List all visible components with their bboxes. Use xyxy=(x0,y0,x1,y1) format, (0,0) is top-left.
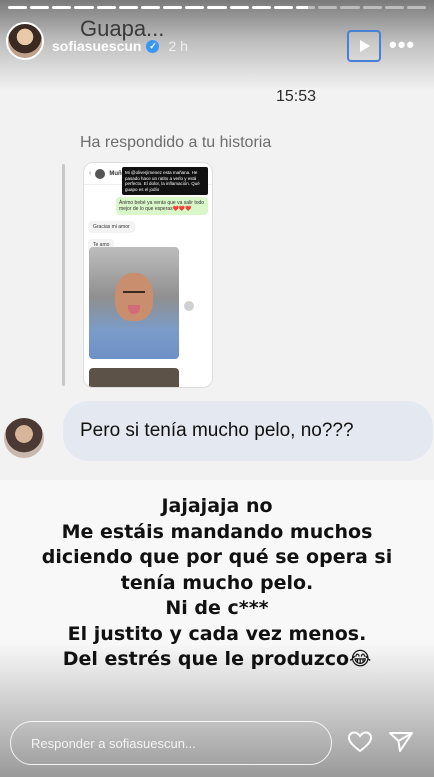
progress-fill xyxy=(229,6,249,9)
play-button[interactable] xyxy=(347,30,381,62)
nested-share-icon xyxy=(184,301,194,311)
progress-segment xyxy=(163,6,183,9)
nested-received-message: Gracias mi amor xyxy=(88,221,135,233)
caption-line: tenía mucho pelo. xyxy=(120,571,314,594)
eyes xyxy=(123,291,145,294)
progress-fill xyxy=(251,6,271,9)
progress-fill xyxy=(273,6,294,9)
caption-line: Del estrés que le produzco😂 xyxy=(62,648,372,670)
progress-segment xyxy=(318,6,338,9)
progress-fill xyxy=(52,6,72,9)
progress-segment xyxy=(251,6,271,9)
progress-segment xyxy=(74,6,94,9)
progress-segment xyxy=(296,6,316,9)
replied-to-story-label: Ha respondido a tu historia xyxy=(80,134,272,151)
progress-segment xyxy=(118,6,138,9)
nested-photo-caption: Mi @oliverjimenez esta mañana. He pasado… xyxy=(122,167,208,195)
nested-next-photo xyxy=(89,368,179,387)
progress-fill xyxy=(140,6,161,9)
nested-story-screenshot: ‹ Muñeco❤️ ▭ ☏ Ayer Ánimo bebé ya verás … xyxy=(83,162,213,388)
progress-segment xyxy=(52,6,72,9)
progress-segment xyxy=(30,6,50,9)
nested-photo xyxy=(89,247,179,359)
progress-segment xyxy=(406,6,426,9)
reply-input[interactable]: Responder a sofiasuescun... xyxy=(10,721,332,765)
reply-message-text: Pero si tenía mucho pelo, no??? xyxy=(80,420,354,441)
progress-fill xyxy=(118,6,138,9)
reply-placeholder: Responder a sofiasuescun... xyxy=(31,735,196,751)
reply-message-bubble: Pero si tenía mucho pelo, no??? xyxy=(63,401,433,461)
progress-segment xyxy=(8,6,28,9)
profile-header[interactable]: sofiasuescun ✓ 2 h xyxy=(52,38,188,54)
reply-quote-bar xyxy=(62,164,65,386)
face-illustration xyxy=(115,273,153,321)
more-options-icon[interactable]: ••• xyxy=(389,34,415,56)
username[interactable]: sofiasuescun xyxy=(52,38,141,54)
progress-fill xyxy=(296,6,308,9)
progress-fill xyxy=(96,6,116,9)
progress-segment xyxy=(96,6,116,9)
nested-avatar xyxy=(95,168,106,179)
progress-fill xyxy=(8,6,28,9)
progress-fill xyxy=(74,6,94,9)
progress-segment xyxy=(362,6,382,9)
progress-segment xyxy=(140,6,161,9)
progress-fill xyxy=(207,6,227,9)
progress-fill xyxy=(185,6,205,9)
verified-badge-icon: ✓ xyxy=(146,39,160,53)
caption-line: Me estáis mandando muchos xyxy=(61,520,373,543)
progress-segment xyxy=(384,6,404,9)
caption-line: Jajajaja no xyxy=(161,495,273,517)
progress-segment xyxy=(185,6,205,9)
progress-segment xyxy=(340,6,360,9)
caption-line: Ni de c*** xyxy=(165,597,269,619)
caption-line: diciendo que por qué se opera si xyxy=(41,546,393,568)
progress-fill xyxy=(163,6,183,9)
profile-avatar[interactable] xyxy=(6,22,44,60)
progress-fill xyxy=(30,6,50,9)
progress-segment xyxy=(229,6,249,9)
send-icon[interactable] xyxy=(388,730,414,754)
story-caption: Jajajaja no Me estáis mandando muchos di… xyxy=(10,494,424,673)
nested-sent-message: Ánimo bebé ya verás que va salir todo me… xyxy=(116,197,208,215)
progress-segment xyxy=(207,6,227,9)
play-icon xyxy=(360,40,370,52)
heart-icon[interactable] xyxy=(347,730,373,754)
story-viewer[interactable]: Guapa... sofiasuescun ✓ 2 h ••• 15:53 Ha… xyxy=(0,0,434,777)
tongue xyxy=(128,305,140,314)
message-timestamp: 15:53 xyxy=(276,88,317,105)
post-time: 2 h xyxy=(168,38,188,54)
back-icon: ‹ xyxy=(89,170,92,177)
caption-line: El justito y cada vez menos. xyxy=(67,622,367,645)
progress-segment xyxy=(273,6,294,9)
story-progress xyxy=(8,6,426,9)
sender-avatar xyxy=(4,418,44,458)
